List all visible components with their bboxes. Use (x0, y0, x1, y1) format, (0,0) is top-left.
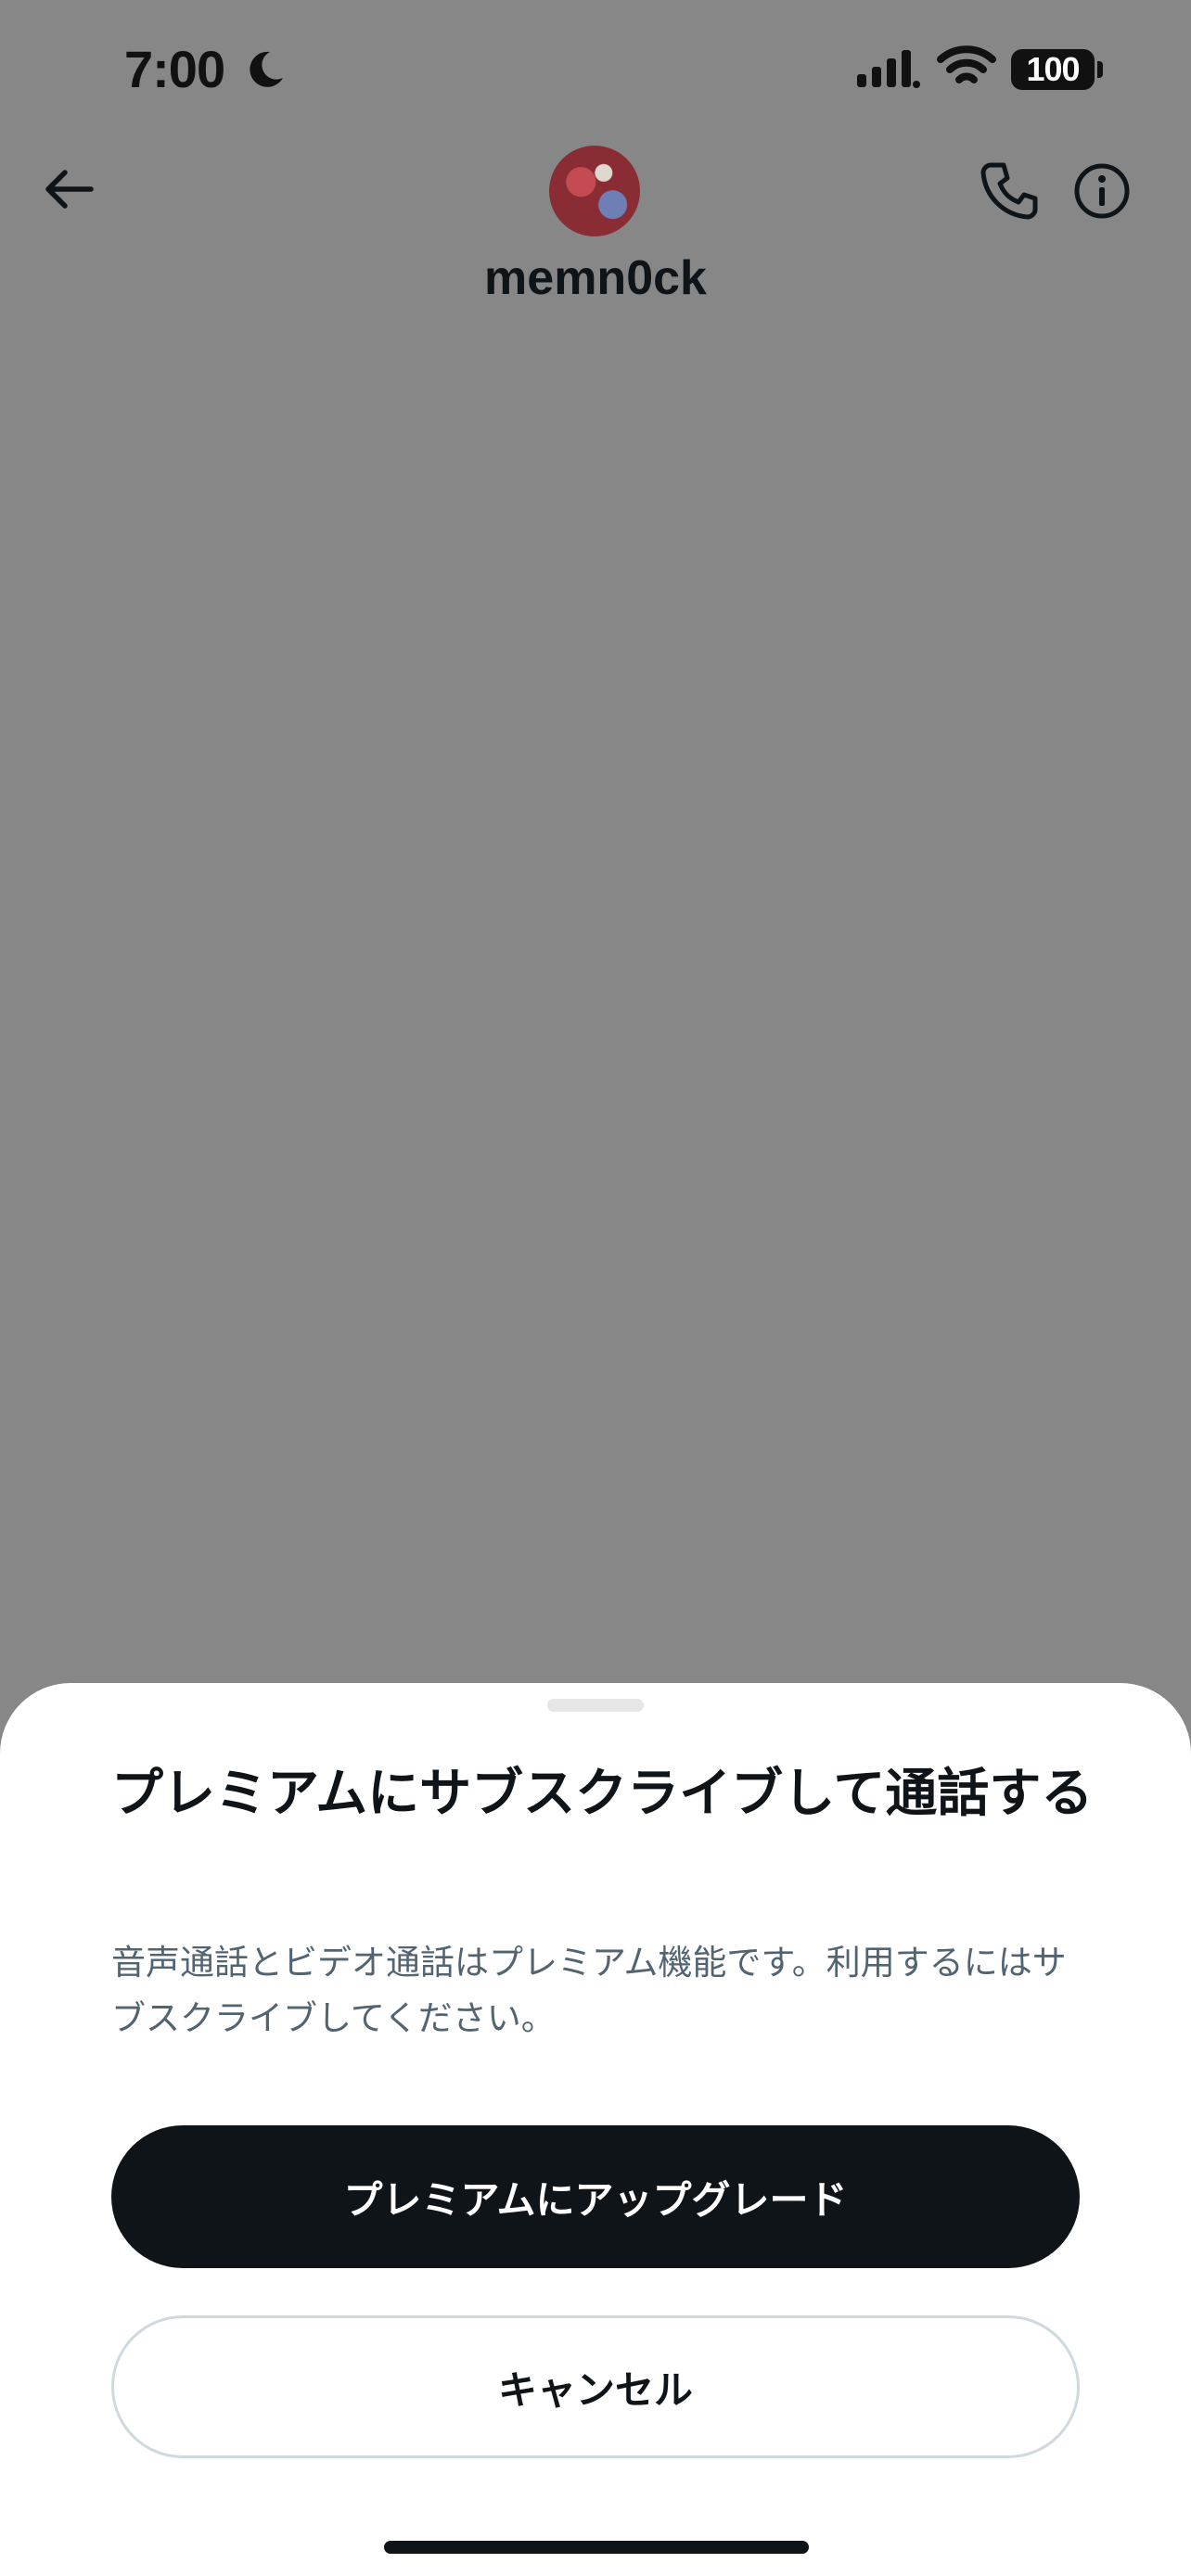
sheet-description: 音声通話とビデオ通話はプレミアム機能です。利用するにはサブスクライブしてください… (111, 1943, 1067, 2038)
sheet-grabber[interactable] (547, 1699, 644, 1712)
back-arrow-icon[interactable] (37, 158, 100, 221)
sheet-title: プレミアムにサブスクライブして通話する (111, 1764, 1094, 1824)
battery-nub (1097, 61, 1103, 78)
home-indicator (384, 2541, 809, 2554)
upgrade-to-premium-button[interactable]: プレミアムにアップグレード (111, 2125, 1080, 2268)
battery-level: 100 (1026, 50, 1080, 88)
cellular-signal-icon (857, 50, 920, 88)
wifi-icon (937, 45, 996, 83)
battery-icon: 100 (1011, 49, 1095, 90)
cancel-button[interactable]: キャンセル (111, 2315, 1080, 2458)
moon-icon (250, 51, 283, 87)
status-time: 7:00 (124, 40, 225, 98)
phone-icon[interactable] (978, 159, 1041, 223)
info-icon[interactable] (1072, 161, 1132, 221)
conversation-username[interactable]: memn0ck (0, 250, 1191, 306)
status-bar: 7:00 100 (0, 0, 1191, 139)
avatar[interactable] (549, 146, 640, 236)
